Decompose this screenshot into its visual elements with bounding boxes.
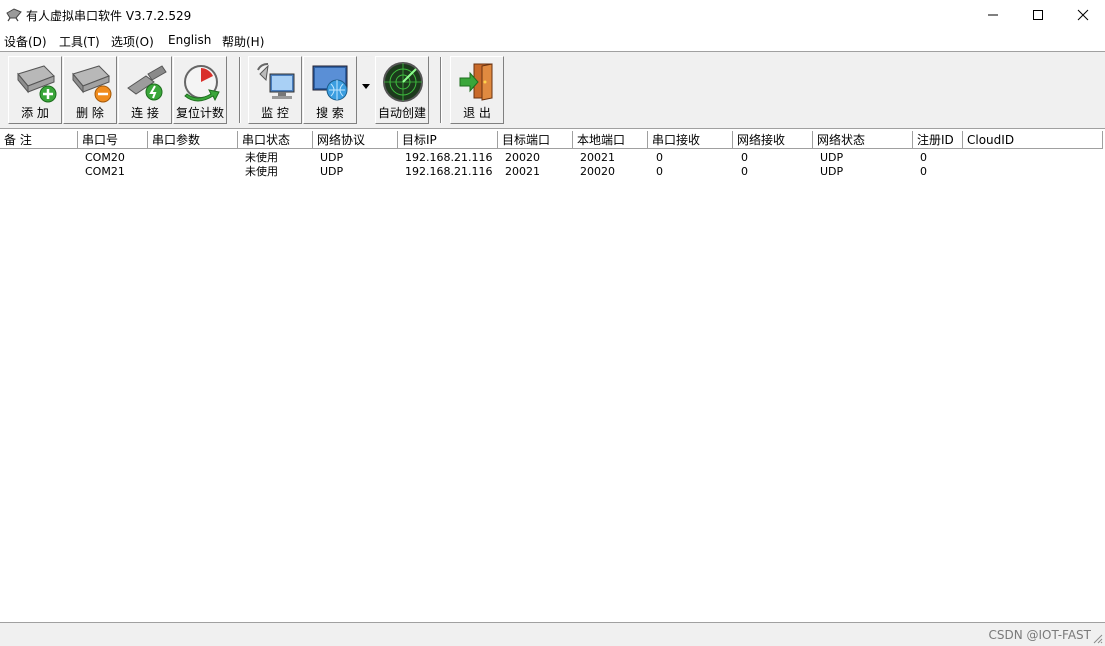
cell-port-rx: 0 (656, 151, 663, 164)
column-header-port-params[interactable]: 串口参数 (148, 131, 238, 149)
column-header-port-status[interactable]: 串口状态 (238, 131, 313, 149)
reset-counter-icon (184, 65, 220, 102)
menu-tools[interactable]: 工具(T) (59, 33, 100, 50)
column-header-port-rx[interactable]: 串口接收 (648, 131, 733, 149)
maximize-button[interactable] (1015, 0, 1061, 30)
cell-net-status: UDP (820, 165, 844, 178)
reset-count-label: 复位计数 (175, 106, 224, 120)
column-header-net-status[interactable]: 网络状态 (813, 131, 913, 149)
add-port-icon (17, 65, 57, 103)
cell-port: COM20 (85, 151, 125, 164)
reset-count-button[interactable]: 复位计数 (173, 56, 227, 124)
cell-net-status: UDP (820, 151, 844, 164)
delete-port-icon (72, 65, 112, 103)
delete-button[interactable]: 删 除 (63, 56, 117, 124)
radar-icon (383, 62, 423, 102)
window-title: 有人虚拟串口软件 V3.7.2.529 (26, 9, 192, 23)
status-bar: CSDN @IOT-FAST (0, 622, 1105, 646)
monitor-button[interactable]: 监 控 (248, 56, 302, 124)
cell-protocol: UDP (320, 151, 344, 164)
table-row[interactable]: COM20 未使用 UDP 192.168.21.116 20020 20021… (0, 151, 1105, 165)
maximize-icon (1033, 10, 1043, 20)
search-label: 搜 索 (316, 106, 344, 120)
monitor-label: 监 控 (261, 106, 289, 120)
exit-door-icon (459, 63, 493, 101)
resize-grip-icon[interactable] (1091, 632, 1103, 644)
cell-register-id: 0 (920, 165, 927, 178)
cell-target-port: 20021 (505, 165, 540, 178)
search-dropdown-icon[interactable] (361, 81, 371, 91)
column-header-cloud-id[interactable]: CloudID (963, 131, 1103, 149)
toolbar-separator (239, 57, 241, 123)
app-plug-icon (6, 8, 22, 22)
cell-register-id: 0 (920, 151, 927, 164)
cell-target-ip: 192.168.21.116 (405, 165, 493, 178)
close-button[interactable] (1060, 0, 1105, 30)
minimize-button[interactable] (970, 0, 1016, 30)
column-header-local-port[interactable]: 本地端口 (573, 131, 648, 149)
search-button[interactable]: 搜 索 (303, 56, 357, 124)
cell-net-rx: 0 (741, 151, 748, 164)
monitor-icon (257, 62, 295, 99)
auto-create-label: 自动创建 (377, 106, 426, 120)
minimize-icon (988, 14, 998, 16)
column-header-port[interactable]: 串口号 (78, 131, 148, 149)
exit-button[interactable]: 退 出 (450, 56, 504, 124)
title-bar: 有人虚拟串口软件 V3.7.2.529 (0, 0, 1105, 30)
column-header-remark[interactable]: 备 注 (0, 131, 78, 149)
cell-target-port: 20020 (505, 151, 540, 164)
column-header-target-ip[interactable]: 目标IP (398, 131, 498, 149)
close-icon (1077, 9, 1089, 21)
add-label: 添 加 (21, 106, 49, 120)
column-header-target-port[interactable]: 目标端口 (498, 131, 573, 149)
watermark-text: CSDN @IOT-FAST (988, 628, 1091, 642)
cell-port-status: 未使用 (245, 151, 278, 164)
cell-port: COM21 (85, 165, 125, 178)
cell-local-port: 20021 (580, 151, 615, 164)
search-globe-icon (312, 65, 348, 101)
column-header-register-id[interactable]: 注册ID (913, 131, 963, 149)
menu-help[interactable]: 帮助(H) (222, 33, 264, 50)
connect-label: 连 接 (131, 106, 159, 120)
cell-port-status: 未使用 (245, 165, 278, 178)
toolbar: 添 加 删 除 连 接 复位计数 监 控 搜 索 自动创建 退 出 (0, 53, 1105, 129)
add-button[interactable]: 添 加 (8, 56, 62, 124)
column-header-net-rx[interactable]: 网络接收 (733, 131, 813, 149)
port-list[interactable]: 备 注 串口号 串口参数 串口状态 网络协议 目标IP 目标端口 本地端口 串口… (0, 131, 1105, 621)
cell-net-rx: 0 (741, 165, 748, 178)
cell-target-ip: 192.168.21.116 (405, 151, 493, 164)
toolbar-separator (440, 57, 442, 123)
auto-create-button[interactable]: 自动创建 (375, 56, 429, 124)
menu-device[interactable]: 设备(D) (4, 33, 47, 50)
cell-protocol: UDP (320, 165, 344, 178)
menu-options[interactable]: 选项(O) (111, 33, 154, 50)
connect-button[interactable]: 连 接 (118, 56, 172, 124)
cell-local-port: 20020 (580, 165, 615, 178)
column-header-protocol[interactable]: 网络协议 (313, 131, 398, 149)
exit-label: 退 出 (463, 106, 491, 120)
menu-english[interactable]: English (168, 33, 211, 47)
connect-icon (127, 65, 167, 101)
table-row[interactable]: COM21 未使用 UDP 192.168.21.116 20021 20020… (0, 165, 1105, 179)
menu-bar: 设备(D) 工具(T) 选项(O) English 帮助(H) (0, 30, 1105, 51)
delete-label: 删 除 (76, 106, 104, 120)
cell-port-rx: 0 (656, 165, 663, 178)
